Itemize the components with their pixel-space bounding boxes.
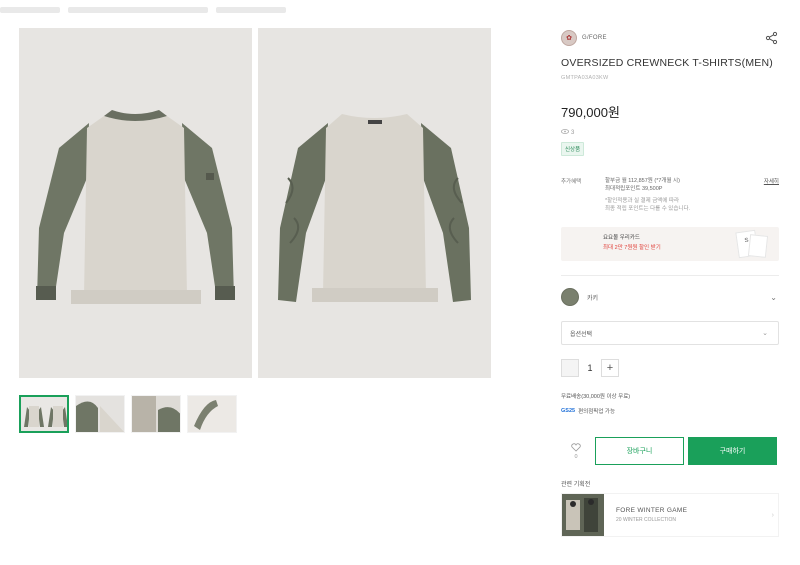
- product-image-back[interactable]: [258, 28, 491, 378]
- free-shipping-text: 무료배송(30,000원 이상 무료): [561, 394, 631, 400]
- quantity-plus-button[interactable]: +: [601, 359, 619, 377]
- points-text: 최대적립포인트 39,500P: [605, 186, 663, 192]
- view-count: 3: [561, 129, 779, 136]
- product-image-front[interactable]: [19, 28, 252, 378]
- points-note-1: *할인적용과 실 결제 금액에 따라: [605, 198, 680, 204]
- wishlist-button[interactable]: 0: [561, 442, 591, 460]
- divider: [561, 275, 779, 276]
- thumbnail-4[interactable]: [187, 395, 237, 433]
- view-count-value: 3: [571, 129, 575, 136]
- related-label: 관련 기획전: [561, 482, 591, 488]
- quantity-minus-button[interactable]: [561, 359, 579, 377]
- thumbnail-1[interactable]: [19, 395, 69, 433]
- sweater-back-illustration: [258, 28, 491, 378]
- chevron-right-icon: ›: [771, 511, 774, 519]
- color-swatch[interactable]: [561, 288, 579, 306]
- product-price: 790,000원: [561, 105, 620, 120]
- wish-count: 0: [574, 453, 578, 460]
- thumbnail-3[interactable]: [131, 395, 181, 433]
- benefit-more-link[interactable]: 자세히: [764, 177, 779, 213]
- share-icon[interactable]: [765, 31, 779, 45]
- quantity-value[interactable]: 1: [579, 363, 601, 373]
- points-note-2: 최종 적립 포인트는 다를 수 있습니다.: [605, 206, 691, 212]
- benefit-section: 추가혜택 할부금 월 112,857원 (*7개월 시) 최대적립포인트 39,…: [561, 177, 779, 213]
- brand-logo[interactable]: ✿: [561, 30, 577, 46]
- pickup-text: 편의점픽업 가능: [578, 409, 616, 415]
- option-select-value: 옵션선택: [570, 331, 593, 338]
- gs25-logo: GS25: [561, 408, 576, 414]
- quantity-stepper: 1 +: [561, 359, 779, 377]
- pickup-row: GS25 편의점픽업 가능: [561, 407, 779, 415]
- sweater-front-illustration: [19, 28, 252, 378]
- add-to-cart-button[interactable]: 장바구니: [595, 437, 684, 465]
- card-illustration-2: [747, 234, 769, 258]
- related-subtitle: 20 WINTER COLLECTION: [616, 517, 677, 523]
- action-buttons: 0 장바구니 구매하기: [561, 437, 779, 465]
- thumbnail-strip: [19, 395, 237, 433]
- product-code: GMTPA03A03KW: [561, 75, 609, 81]
- related-thumbnail: [562, 494, 604, 536]
- color-label: 카키: [587, 295, 599, 302]
- product-info-panel: ✿ G/FORE OVERSIZED CREWNECK T-SHIRTS(MEN…: [561, 28, 779, 537]
- benefit-label: 추가혜택: [561, 179, 582, 185]
- color-option[interactable]: 카키 ⌄: [561, 286, 779, 308]
- new-badge: 신상품: [561, 142, 585, 156]
- heart-icon: [571, 442, 581, 454]
- coupon-banner[interactable]: 요요몰 우리카드 최대 2만 7원원 할인 받기 S: [561, 227, 779, 261]
- buy-now-button[interactable]: 구매하기: [688, 437, 777, 465]
- eye-icon: [561, 129, 569, 136]
- top-breadcrumb-fade: [0, 0, 320, 13]
- thumbnail-2[interactable]: [75, 395, 125, 433]
- related-promotion[interactable]: FORE WINTER GAME 20 WINTER COLLECTION ›: [561, 493, 779, 537]
- installment-text: 할부금 월 112,857원 (*7개월 시): [605, 178, 680, 184]
- chevron-down-icon: ⌄: [762, 330, 768, 337]
- related-title: FORE WINTER GAME: [616, 507, 688, 514]
- option-select[interactable]: 옵션선택 ⌄: [561, 321, 779, 345]
- product-title: OVERSIZED CREWNECK T-SHIRTS(MEN): [561, 57, 773, 69]
- brand-row: ✿ G/FORE: [561, 28, 779, 48]
- brand-name[interactable]: G/FORE: [582, 35, 607, 41]
- chevron-down-icon[interactable]: ⌄: [770, 293, 777, 302]
